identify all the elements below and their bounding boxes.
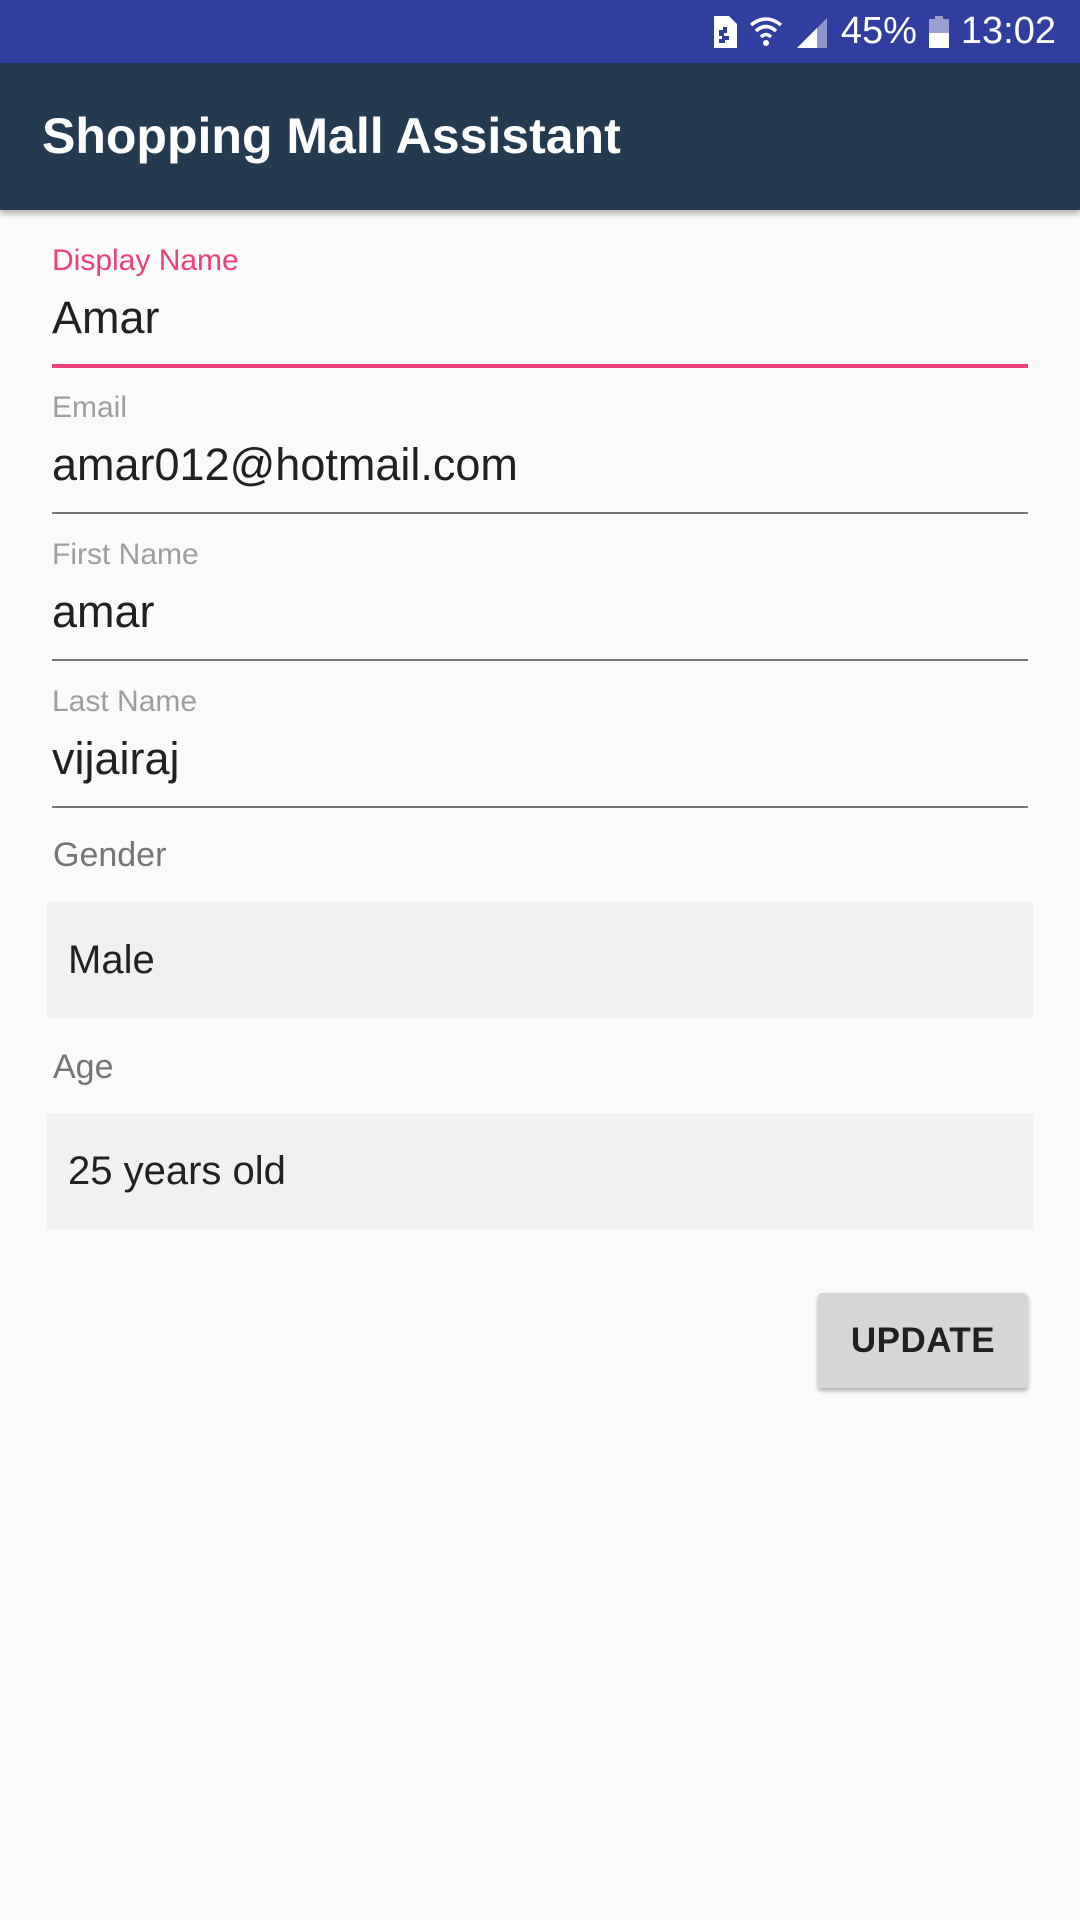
wifi-icon <box>749 15 783 49</box>
age-label: Age <box>53 1048 114 1086</box>
email-input[interactable]: amar012@hotmail.com <box>52 439 1028 491</box>
first-name-label: First Name <box>52 538 199 571</box>
last-name-underline <box>52 806 1028 808</box>
app-title: Shopping Mall Assistant <box>42 108 621 164</box>
last-name-label: Last Name <box>52 685 198 718</box>
status-bar: 45% 13:02 <box>0 0 1080 63</box>
battery-icon <box>928 15 949 48</box>
app-bar: Shopping Mall Assistant <box>0 63 1080 210</box>
gender-label: Gender <box>53 836 167 874</box>
cell-signal-icon <box>795 16 829 48</box>
first-name-input[interactable]: amar <box>52 586 1028 638</box>
gender-select[interactable]: Male <box>47 902 1033 1019</box>
last-name-input[interactable]: vijairaj <box>52 733 1028 785</box>
email-underline <box>52 512 1028 514</box>
battery-percent: 45% <box>840 10 917 52</box>
display-name-label: Display Name <box>52 244 239 277</box>
email-label: Email <box>52 391 128 424</box>
clock: 13:02 <box>960 10 1056 52</box>
age-select[interactable]: 25 years old <box>47 1113 1033 1230</box>
first-name-underline <box>52 659 1028 661</box>
status-icons: 45% 13:02 <box>711 0 1056 63</box>
sim-card-icon <box>711 15 737 48</box>
update-button[interactable]: UPDATE <box>818 1293 1028 1388</box>
display-name-underline <box>52 364 1028 368</box>
display-name-input[interactable]: Amar <box>52 292 1028 344</box>
